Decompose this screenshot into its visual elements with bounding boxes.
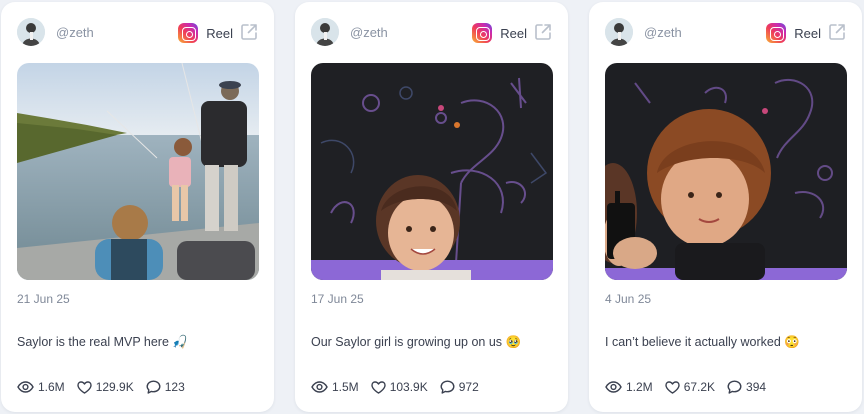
- external-link-icon[interactable]: [534, 23, 552, 41]
- post-header: @zeth Reel: [17, 18, 258, 46]
- comments-count: 123: [164, 380, 185, 394]
- heart-icon: [76, 380, 92, 394]
- comments-stat: 123: [146, 380, 185, 394]
- engagement-stats: 1.2M 67.2K 394: [605, 378, 778, 396]
- post-caption: I can’t believe it actually worked 😳: [605, 335, 800, 349]
- post-card[interactable]: @zeth Reel: [1, 2, 274, 412]
- post-header: @zeth Reel: [311, 18, 552, 46]
- post-card[interactable]: @zeth Reel: [295, 2, 568, 412]
- comment-icon: [146, 380, 161, 394]
- post-thumbnail[interactable]: [605, 63, 847, 280]
- post-type-label: Reel: [206, 26, 233, 41]
- comments-stat: 394: [727, 380, 766, 394]
- post-grid: @zeth Reel 21 Jun 25 Saylor is the real …: [0, 0, 864, 414]
- post-caption: Our Saylor girl is growing up on us 🥹: [311, 335, 522, 349]
- likes-count: 103.9K: [389, 380, 428, 394]
- heart-icon: [664, 380, 680, 394]
- views-stat: 1.2M: [605, 380, 653, 394]
- post-thumbnail[interactable]: [311, 63, 553, 280]
- views-count: 1.2M: [626, 380, 653, 394]
- post-date: 4 Jun 25: [605, 292, 652, 306]
- username[interactable]: @zeth: [350, 25, 388, 40]
- comments-stat: 972: [440, 380, 479, 394]
- avatar[interactable]: [605, 18, 633, 46]
- post-card[interactable]: @zeth Reel: [589, 2, 862, 412]
- username[interactable]: @zeth: [644, 25, 682, 40]
- avatar[interactable]: [17, 18, 45, 46]
- post-header: @zeth Reel: [605, 18, 846, 46]
- thumbnail-image: [311, 63, 553, 280]
- username[interactable]: @zeth: [56, 25, 94, 40]
- post-type-label: Reel: [794, 26, 821, 41]
- eye-icon: [605, 381, 622, 393]
- post-type-label: Reel: [500, 26, 527, 41]
- comments-count: 972: [458, 380, 479, 394]
- comments-count: 394: [746, 380, 767, 394]
- views-stat: 1.6M: [17, 380, 65, 394]
- thumbnail-image: [17, 63, 259, 280]
- avatar-image: [311, 18, 339, 46]
- engagement-stats: 1.6M 129.9K 123: [17, 378, 197, 396]
- engagement-stats: 1.5M 103.9K 972: [311, 378, 491, 396]
- views-count: 1.6M: [38, 380, 65, 394]
- comment-icon: [727, 380, 742, 394]
- views-stat: 1.5M: [311, 380, 359, 394]
- post-caption: Saylor is the real MVP here 🎣: [17, 335, 188, 349]
- likes-stat: 103.9K: [370, 380, 428, 394]
- post-date: 21 Jun 25: [17, 292, 70, 306]
- external-link-icon[interactable]: [240, 23, 258, 41]
- comment-icon: [440, 380, 455, 394]
- avatar-image: [17, 18, 45, 46]
- instagram-icon: [766, 23, 786, 43]
- post-date: 17 Jun 25: [311, 292, 364, 306]
- avatar-image: [605, 18, 633, 46]
- avatar[interactable]: [311, 18, 339, 46]
- eye-icon: [17, 381, 34, 393]
- likes-stat: 67.2K: [664, 380, 716, 394]
- likes-count: 129.9K: [95, 380, 134, 394]
- thumbnail-image: [605, 63, 847, 280]
- likes-stat: 129.9K: [76, 380, 134, 394]
- views-count: 1.5M: [332, 380, 359, 394]
- external-link-icon[interactable]: [828, 23, 846, 41]
- heart-icon: [370, 380, 386, 394]
- eye-icon: [311, 381, 328, 393]
- instagram-icon: [178, 23, 198, 43]
- post-thumbnail[interactable]: [17, 63, 259, 280]
- instagram-icon: [472, 23, 492, 43]
- likes-count: 67.2K: [683, 380, 716, 394]
